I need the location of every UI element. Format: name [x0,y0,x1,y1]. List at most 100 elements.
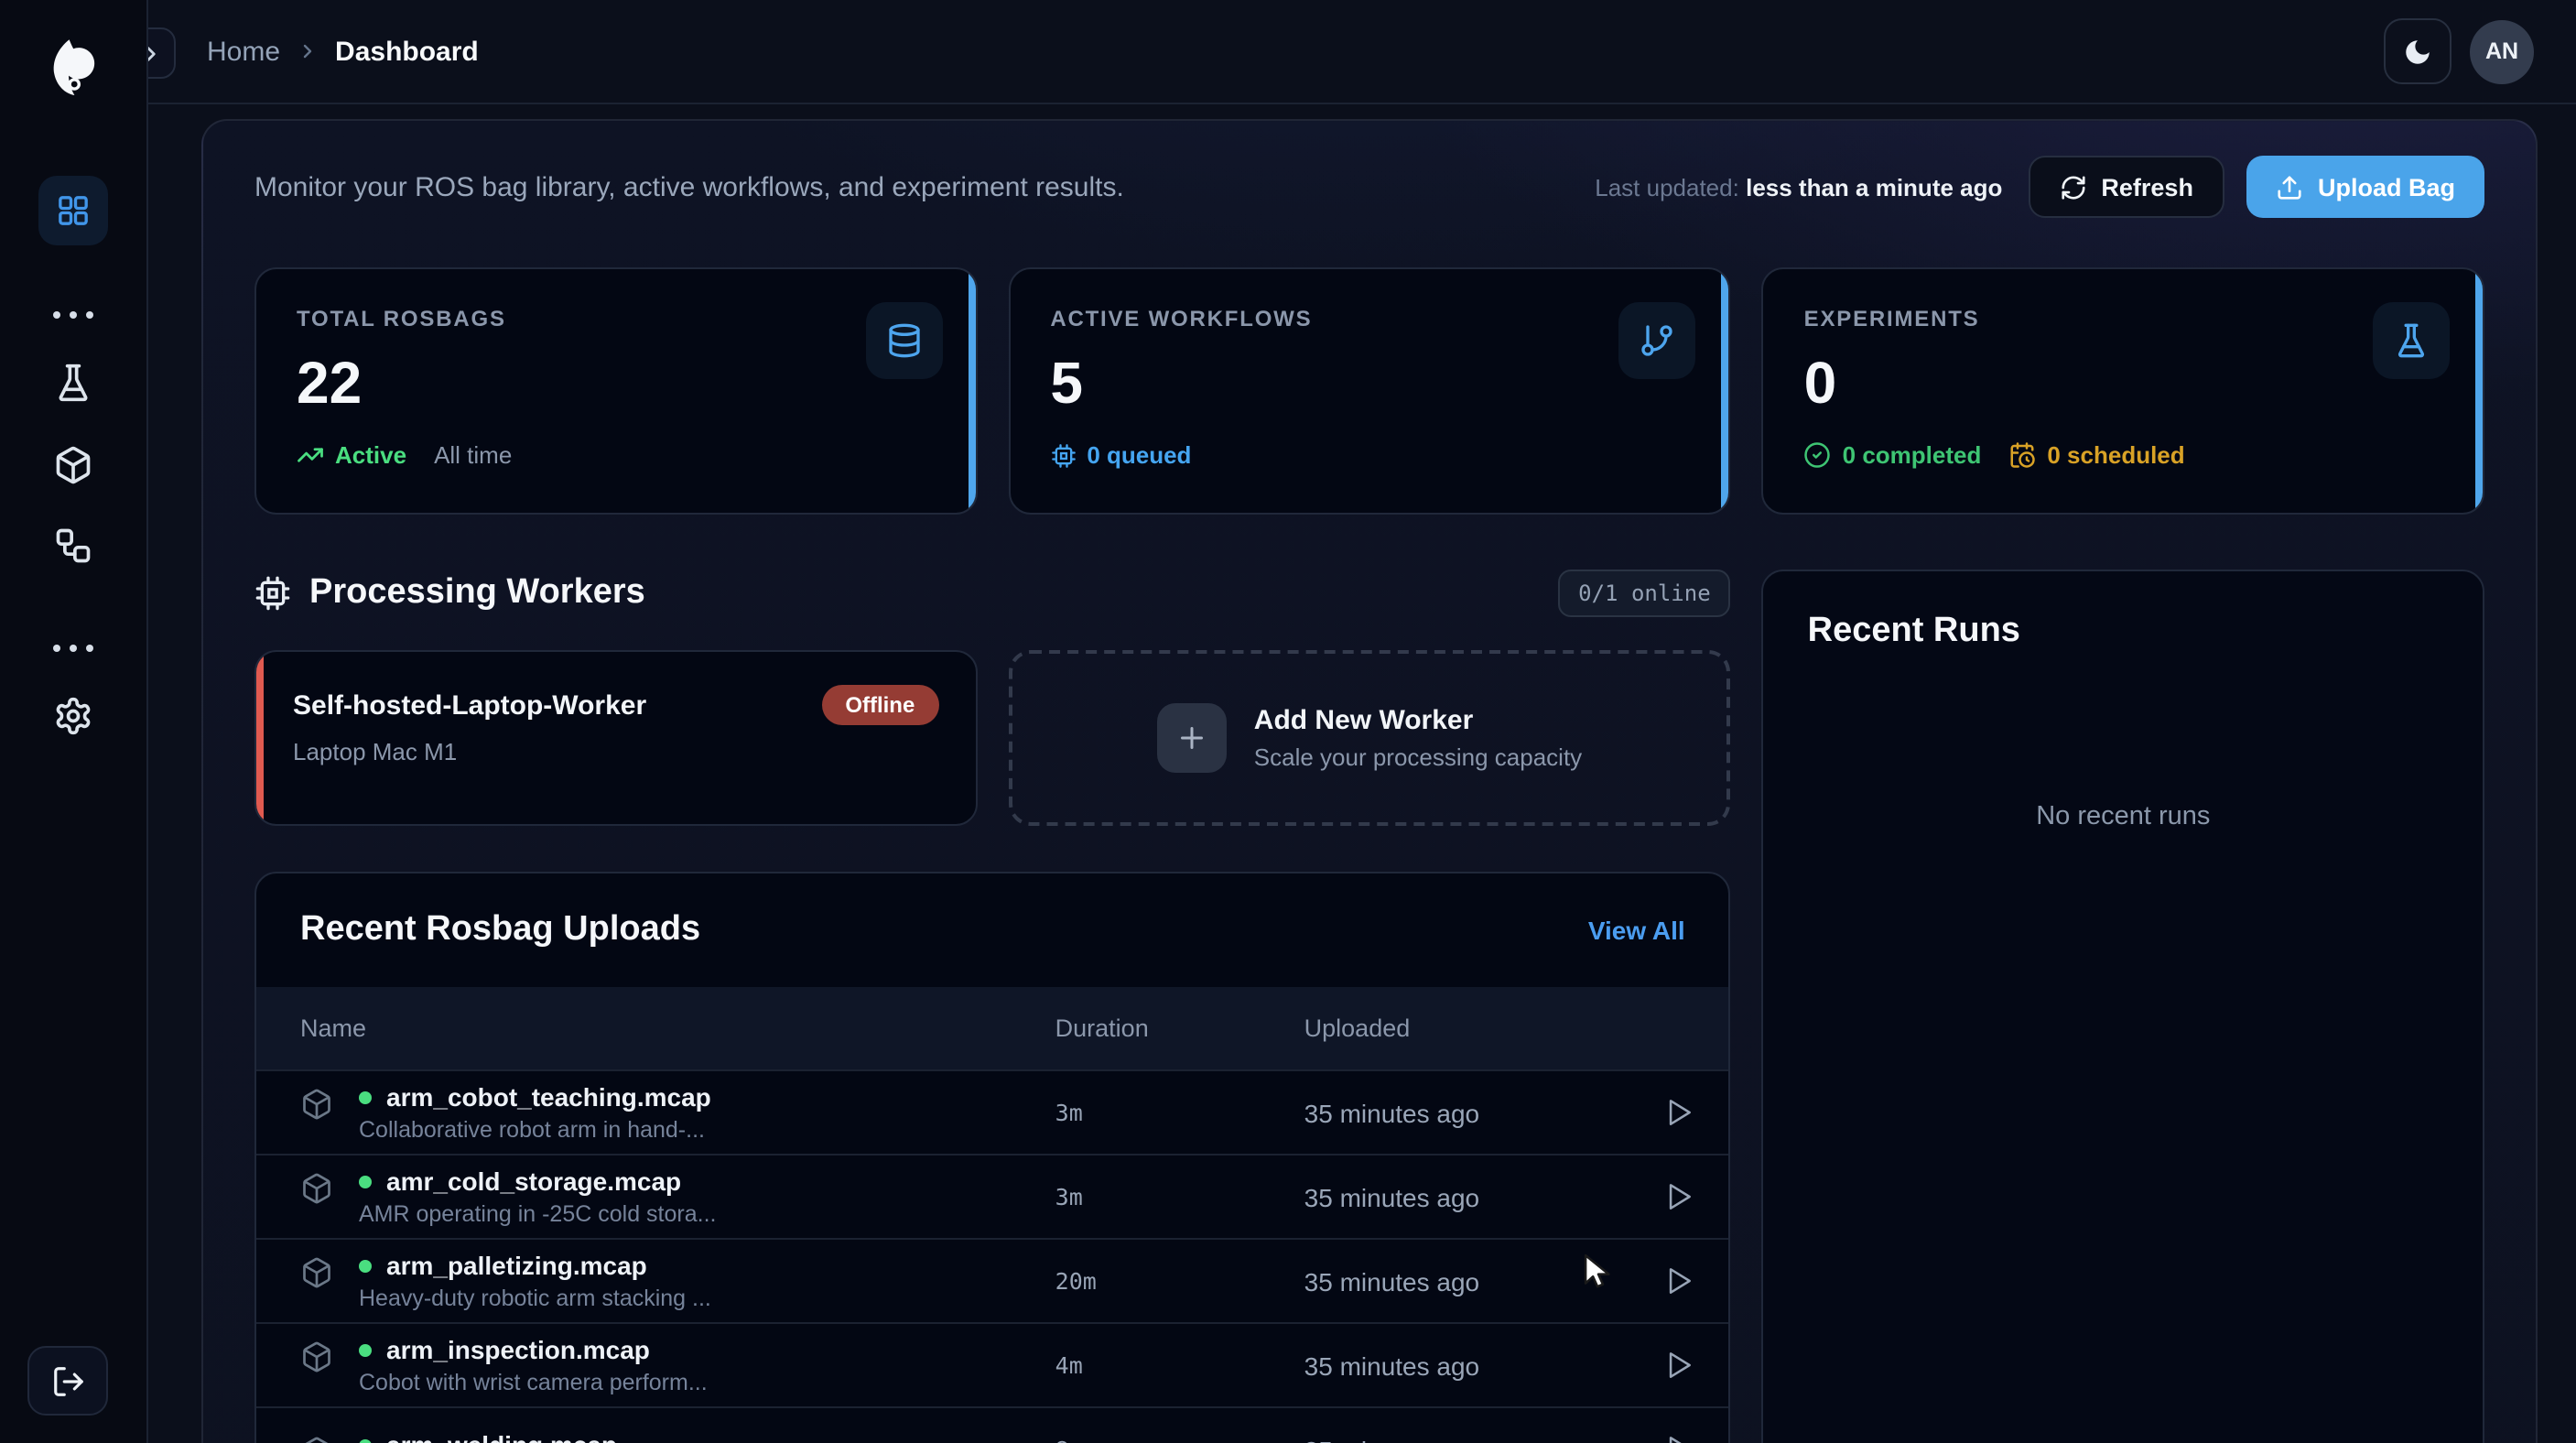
stat-iconbox [1619,302,1696,379]
stat-card-active-workflows: ACTIVE WORKFLOWS 5 0 queued [1008,267,1730,515]
uploads-title: Recent Rosbag Uploads [300,910,700,950]
table-row[interactable]: arm_welding.mcap 8m 35 minutes ago [256,1406,1729,1443]
last-updated: Last updated: less than a minute ago [1595,173,2002,201]
column-name: Name [300,1014,1055,1042]
sidebar-item-workflows[interactable] [0,526,146,566]
stat-label: EXPERIMENTS [1804,306,2442,331]
stat-card-total-rosbags: TOTAL ROSBAGS 22 Active All time [254,267,977,515]
app-logo [0,38,146,97]
check-circle-icon [1804,441,1832,469]
moon-icon [2402,36,2433,67]
file-name: arm_cobot_teaching.mcap [386,1082,711,1112]
main-panel: Monitor your ROS bag library, active wor… [201,119,2538,1443]
upload-icon [2276,173,2303,201]
package-icon [53,445,93,485]
workflow-icon [53,526,93,566]
sidebar [0,0,148,1443]
upload-bag-button[interactable]: Upload Bag [2246,156,2484,218]
trending-up-icon [297,441,324,469]
status-dot [359,1259,372,1272]
stat-iconbox [2373,302,2450,379]
ellipsis-icon [53,645,93,652]
brand-icon [49,38,98,97]
app-window: Home Dashboard AN Monitor your ROS bag l… [0,0,2576,1443]
uploads-table-header: Name Duration Uploaded [256,987,1729,1069]
flask-icon [53,363,93,403]
recent-runs-empty: No recent runs [1808,802,2439,831]
git-branch-icon [1640,322,1676,359]
table-row[interactable]: arm_inspection.mcap Cobot with wrist cam… [256,1322,1729,1406]
recent-runs-card: Recent Runs No recent runs [1762,570,2484,1443]
logout-button[interactable] [27,1346,108,1416]
stat-trend: Active [297,441,406,469]
workers-online-badge: 0/1 online [1558,570,1731,617]
breadcrumb-home[interactable]: Home [207,36,280,67]
user-avatar[interactable]: AN [2470,19,2534,83]
chevron-right-icon [297,40,319,62]
sidebar-ellipsis-bottom[interactable] [0,645,146,652]
logout-icon [50,1363,85,1398]
status-dot [359,1175,372,1188]
last-updated-value: less than a minute ago [1746,173,2002,201]
stat-iconbox [865,302,942,379]
stat-card-experiments: EXPERIMENTS 0 0 completed [1762,267,2484,515]
play-button[interactable] [1627,1095,1729,1130]
plus-icon [1175,722,1208,754]
file-duration: 8m [1055,1436,1304,1443]
refresh-button[interactable]: Refresh [2028,156,2224,218]
file-description: Heavy-duty robotic arm stacking ... [359,1286,711,1311]
calendar-clock-icon [2008,441,2036,469]
database-icon [885,322,922,359]
worker-description: Laptop Mac M1 [293,738,938,765]
stat-value: 5 [1050,350,1688,418]
stat-queued: 0 queued [1050,441,1191,469]
recent-uploads-card: Recent Rosbag Uploads View All Name Dura… [254,872,1731,1443]
status-dot [359,1090,372,1103]
breadcrumb-current: Dashboard [335,36,479,67]
workers-section-title: Processing Workers [254,573,645,613]
worker-card[interactable]: Self-hosted-Laptop-Worker Offline Laptop… [254,650,977,826]
package-icon [300,1088,333,1121]
play-button[interactable] [1627,1432,1729,1443]
play-button[interactable] [1627,1348,1729,1383]
file-uploaded: 35 minutes ago [1304,1182,1627,1211]
sidebar-item-dashboard[interactable] [38,176,108,245]
sidebar-item-rosbags[interactable] [0,445,146,485]
stat-value: 0 [1804,350,2442,418]
page-description: Monitor your ROS bag library, active wor… [254,171,1124,202]
play-button[interactable] [1627,1179,1729,1214]
theme-toggle-button[interactable] [2384,18,2452,84]
sidebar-item-settings[interactable] [0,696,146,736]
table-row[interactable]: arm_cobot_teaching.mcap Collaborative ro… [256,1069,1729,1154]
play-button[interactable] [1627,1264,1729,1298]
file-duration: 3m [1055,1099,1304,1126]
package-icon [300,1172,333,1205]
file-name: arm_inspection.mcap [386,1335,650,1364]
file-name: amr_cold_storage.mcap [386,1166,681,1196]
file-uploaded: 35 minutes ago [1304,1351,1627,1380]
plus-iconbox [1157,703,1227,773]
ellipsis-icon [53,311,93,319]
file-name: arm_welding.mcap [386,1430,617,1443]
view-all-link[interactable]: View All [1588,916,1685,945]
add-worker-card[interactable]: Add New Worker Scale your processing cap… [1008,650,1730,826]
sidebar-item-experiments[interactable] [0,363,146,403]
refresh-icon [2059,173,2086,201]
dashboard-grid-icon [55,192,92,229]
flask-icon [2393,322,2430,359]
add-worker-subtitle: Scale your processing capacity [1254,743,1582,771]
sidebar-ellipsis-top[interactable] [0,311,146,319]
table-row[interactable]: arm_palletizing.mcap Heavy-duty robotic … [256,1238,1729,1322]
file-description: Cobot with wrist camera perform... [359,1370,708,1395]
table-row[interactable]: amr_cold_storage.mcap AMR operating in -… [256,1154,1729,1238]
breadcrumb: Home Dashboard [207,36,479,67]
status-dot [359,1343,372,1356]
file-duration: 3m [1055,1183,1304,1210]
stat-label: TOTAL ROSBAGS [297,306,935,331]
cpu-icon [1050,442,1076,468]
stat-period: All time [434,441,512,469]
column-duration: Duration [1055,1014,1304,1042]
file-description: Collaborative robot arm in hand-... [359,1117,711,1143]
file-uploaded: 35 minutes ago [1304,1435,1627,1443]
package-icon [300,1436,333,1443]
